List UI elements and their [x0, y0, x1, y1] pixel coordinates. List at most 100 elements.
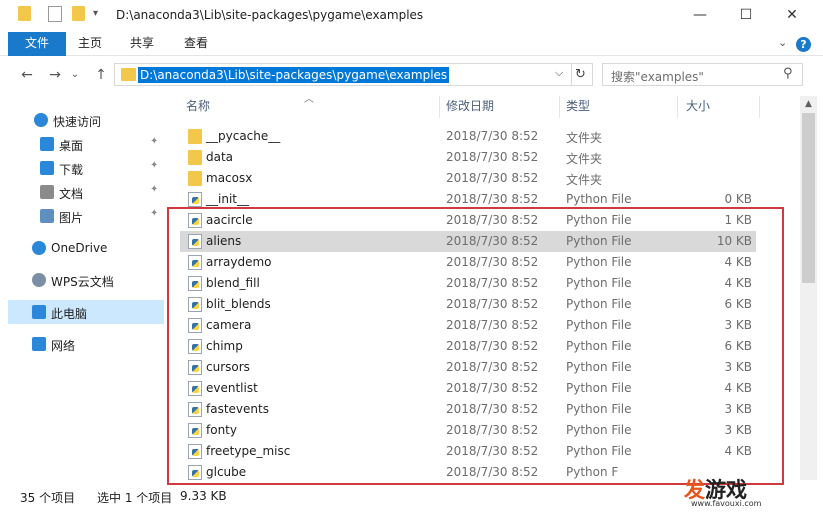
file-name: freetype_misc — [206, 444, 291, 458]
pin-icon[interactable]: ✦ — [150, 136, 158, 147]
expand-ribbon-icon[interactable]: ⌄ — [778, 36, 787, 49]
file-modified-date: 2018/7/30 8:52 — [446, 402, 539, 416]
python-file-icon — [188, 234, 202, 249]
column-divider[interactable] — [759, 96, 760, 118]
sidebar-item-wps-cloud[interactable]: WPS云文档 — [8, 268, 164, 292]
scrollbar-thumb[interactable] — [802, 113, 815, 283]
properties-icon[interactable] — [48, 6, 62, 22]
sidebar-item-onedrive[interactable]: OneDrive — [8, 236, 164, 260]
back-button[interactable]: ← — [16, 64, 38, 86]
file-row[interactable]: glcube 2018/7/30 8:52 Python F — [180, 462, 756, 483]
file-type: Python File — [566, 444, 632, 458]
file-row[interactable]: fonty 2018/7/30 8:52 Python File 3 KB — [180, 420, 756, 441]
file-type: Python F — [566, 465, 619, 479]
file-row[interactable]: chimp 2018/7/30 8:52 Python File 6 KB — [180, 336, 756, 357]
tab-view[interactable]: 查看 — [174, 32, 218, 56]
file-name: blend_fill — [206, 276, 260, 290]
file-modified-date: 2018/7/30 8:52 — [446, 381, 539, 395]
column-header-modified[interactable]: 修改日期 — [446, 96, 494, 118]
sidebar-item-label: OneDrive — [51, 241, 108, 255]
column-divider[interactable] — [439, 96, 440, 118]
file-modified-date: 2018/7/30 8:52 — [446, 276, 539, 290]
file-modified-date: 2018/7/30 8:52 — [446, 360, 539, 374]
file-modified-date: 2018/7/30 8:52 — [446, 423, 539, 437]
file-row[interactable]: aacircle 2018/7/30 8:52 Python File 1 KB — [180, 210, 756, 231]
sidebar-item-pictures[interactable]: 图片 ✦ — [8, 204, 164, 228]
file-type: Python File — [566, 381, 632, 395]
file-type: Python File — [566, 318, 632, 332]
tab-file[interactable]: 文件 — [8, 32, 66, 56]
address-dropdown-icon[interactable]: ⌵ — [555, 66, 563, 80]
tab-home[interactable]: 主页 — [68, 32, 112, 56]
minimize-button[interactable]: — — [677, 0, 723, 32]
python-file-icon — [188, 339, 202, 354]
scroll-up-icon[interactable]: ▲ — [800, 96, 817, 113]
file-row[interactable]: __pycache__ 2018/7/30 8:52 文件夹 — [180, 126, 756, 147]
file-name: glcube — [206, 465, 247, 479]
column-divider[interactable] — [677, 96, 678, 118]
file-row[interactable]: freetype_misc 2018/7/30 8:52 Python File 4 … — [180, 441, 756, 462]
download-icon — [40, 161, 54, 175]
column-header-name[interactable]: 名称 — [186, 96, 210, 118]
file-row[interactable]: __init__ 2018/7/30 8:52 Python File 0 KB — [180, 189, 756, 210]
watermark-logo: 发游戏 www.favouxi.com — [684, 474, 790, 508]
sidebar-item-quick-access[interactable]: 快速访问 — [8, 108, 164, 132]
quick-access-dropdown-icon[interactable]: ▾ — [93, 8, 98, 19]
python-file-icon — [188, 276, 202, 291]
pin-icon[interactable]: ✦ — [150, 184, 158, 195]
file-row[interactable]: blend_fill 2018/7/30 8:52 Python File 4 KB — [180, 273, 756, 294]
python-file-icon — [188, 402, 202, 417]
python-file-icon — [188, 297, 202, 312]
file-row[interactable]: fastevents 2018/7/30 8:52 Python File 3 KB — [180, 399, 756, 420]
python-file-icon — [188, 318, 202, 333]
python-file-icon — [188, 381, 202, 396]
pin-icon[interactable]: ✦ — [150, 208, 158, 219]
up-button[interactable]: ↑ — [90, 64, 112, 86]
column-header-size[interactable]: 大小 — [686, 96, 710, 118]
file-row[interactable]: aliens 2018/7/30 8:52 Python File 10 KB — [180, 231, 756, 252]
selection-count: 选中 1 个项目 — [97, 491, 173, 505]
file-name: camera — [206, 318, 252, 332]
vertical-scrollbar[interactable]: ▲ — [800, 96, 817, 480]
file-row[interactable]: camera 2018/7/30 8:52 Python File 3 KB — [180, 315, 756, 336]
ribbon-tabs: 文件 主页 共享 查看 ⌄ — [0, 32, 823, 56]
column-header-type[interactable]: 类型 — [566, 96, 590, 118]
file-row[interactable]: data 2018/7/30 8:52 文件夹 — [180, 147, 756, 168]
new-folder-icon[interactable] — [72, 6, 85, 21]
sidebar-item-downloads[interactable]: 下载 ✦ — [8, 156, 164, 180]
file-name: chimp — [206, 339, 243, 353]
file-name: macosx — [206, 171, 253, 185]
search-icon[interactable]: ⚲ — [783, 66, 793, 81]
sidebar-item-network[interactable]: 网络 — [8, 332, 164, 356]
sidebar-item-this-pc[interactable]: 此电脑 — [8, 300, 164, 324]
tab-share[interactable]: 共享 — [120, 32, 164, 56]
address-bar[interactable]: D:\anaconda3\Lib\site-packages\pygame\ex… — [114, 63, 572, 86]
file-modified-date: 2018/7/30 8:52 — [446, 297, 539, 311]
forward-button[interactable]: → — [44, 64, 66, 86]
sidebar-item-label: 快速访问 — [53, 115, 102, 129]
file-type: Python File — [566, 234, 632, 248]
pin-icon[interactable]: ✦ — [150, 160, 158, 171]
file-row[interactable]: arraydemo 2018/7/30 8:52 Python File 4 KB — [180, 252, 756, 273]
address-path[interactable]: D:\anaconda3\Lib\site-packages\pygame\ex… — [138, 67, 450, 83]
file-row[interactable]: macosx 2018/7/30 8:52 文件夹 — [180, 168, 756, 189]
python-file-icon — [188, 255, 202, 270]
search-input[interactable]: 搜索"examples" — [611, 68, 704, 85]
column-divider[interactable] — [559, 96, 560, 118]
file-name: aliens — [206, 234, 242, 248]
sidebar-item-desktop[interactable]: 桌面 ✦ — [8, 132, 164, 156]
recent-locations-icon[interactable]: ⌄ — [68, 64, 82, 86]
file-name: blit_blends — [206, 297, 271, 311]
search-box[interactable]: 搜索"examples" ⚲ — [602, 63, 803, 86]
file-row[interactable]: cursors 2018/7/30 8:52 Python File 3 KB — [180, 357, 756, 378]
help-icon[interactable]: ? — [796, 37, 811, 52]
maximize-button[interactable]: ☐ — [723, 0, 769, 32]
document-icon — [40, 185, 54, 199]
close-button[interactable]: ✕ — [769, 0, 815, 32]
sidebar-item-documents[interactable]: 文档 ✦ — [8, 180, 164, 204]
file-row[interactable]: blit_blends 2018/7/30 8:52 Python File 6 KB — [180, 294, 756, 315]
navigation-pane: 快速访问桌面 ✦ 下载 ✦ 文档 ✦ 图片 ✦ OneDrive WPS云文档 此电脑网络 — [0, 96, 170, 480]
file-row[interactable]: eventlist 2018/7/30 8:52 Python File 4 KB — [180, 378, 756, 399]
computer-icon — [32, 305, 46, 319]
refresh-button[interactable]: ↻ — [569, 63, 593, 86]
